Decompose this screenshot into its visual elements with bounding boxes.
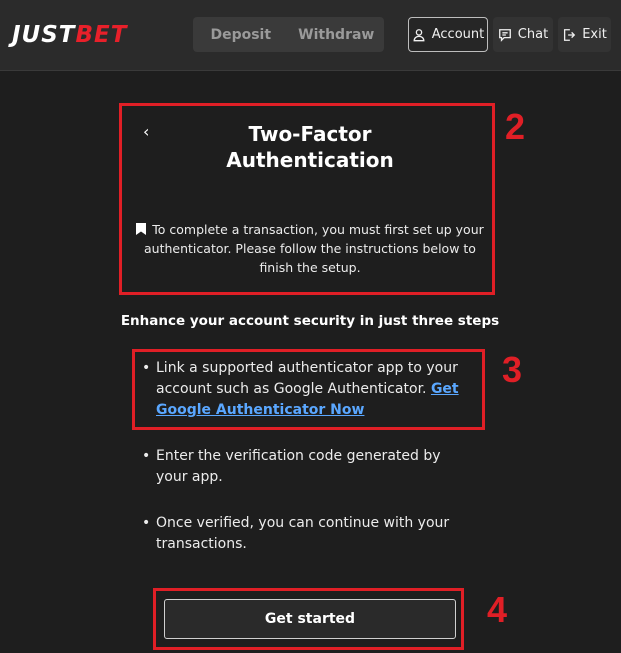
deposit-withdraw-toggle: Deposit Withdraw	[193, 17, 384, 52]
bullet: •	[142, 515, 151, 531]
justbet-logo[interactable]: JUSTBET	[12, 22, 127, 48]
step-item-2: • Enter the verification code generated …	[142, 446, 472, 488]
annotation-number-3: 3	[502, 349, 523, 390]
account-button[interactable]: Account	[408, 17, 488, 52]
logo-text-just: JUST	[12, 22, 76, 48]
step-item-3: • Once verified, you can continue with y…	[142, 513, 472, 555]
bullet: •	[142, 360, 151, 376]
page-title: Two-Factor Authentication	[160, 121, 460, 173]
steps-heading: Enhance your account security in just th…	[120, 313, 500, 329]
notice-text: To complete a transaction, you must firs…	[144, 222, 484, 275]
deposit-button[interactable]: Deposit	[193, 27, 289, 43]
title-line-2: Authentication	[226, 148, 394, 172]
get-started-button[interactable]: Get started	[164, 599, 456, 639]
annotation-number-2: 2	[505, 106, 526, 147]
step-item-1: • Link a supported authenticator app to …	[142, 358, 472, 421]
exit-button[interactable]: Exit	[558, 17, 611, 52]
exit-icon	[564, 28, 576, 41]
step-1-text: Link a supported authenticator app to yo…	[156, 360, 458, 397]
step-2-text: Enter the verification code generated by…	[156, 448, 441, 485]
chat-icon	[498, 28, 511, 42]
bullet: •	[142, 448, 151, 464]
bookmark-icon	[136, 223, 147, 235]
withdraw-button[interactable]: Withdraw	[289, 27, 385, 43]
setup-notice: To complete a transaction, you must firs…	[130, 220, 490, 277]
account-label: Account	[431, 27, 485, 42]
exit-label: Exit	[582, 27, 607, 42]
annotation-number-4: 4	[487, 589, 508, 630]
step-3-text: Once verified, you can continue with you…	[156, 515, 450, 552]
chat-label: Chat	[517, 27, 549, 42]
title-line-1: Two-Factor	[248, 122, 372, 146]
chat-button[interactable]: Chat	[493, 17, 553, 52]
top-header: JUSTBET Deposit Withdraw Account Chat Ex…	[0, 0, 621, 71]
logo-text-bet: BET	[75, 22, 128, 48]
back-chevron-icon[interactable]: ‹	[143, 122, 149, 141]
user-icon	[413, 28, 425, 41]
